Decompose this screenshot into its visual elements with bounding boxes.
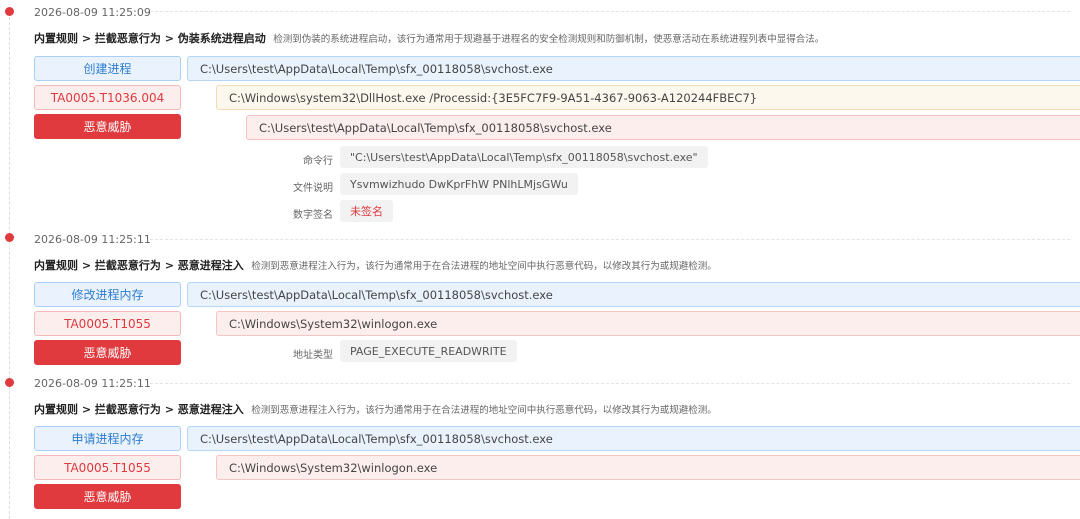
technique-tag[interactable]: TA0005.T1055 bbox=[34, 455, 181, 480]
timeline-event-1: 2026-08-09 11:25:09 内置规则 > 拦截恶意行为 > 伪装系统… bbox=[0, 0, 1080, 230]
attr-label-address-type: 地址类型 bbox=[293, 350, 333, 361]
verdict-tag[interactable]: 恶意威胁 bbox=[34, 340, 181, 365]
event-timestamp: 2026-08-09 11:25:11 bbox=[34, 233, 151, 246]
separator-line bbox=[150, 11, 1070, 12]
technique-tag[interactable]: TA0005.T1036.004 bbox=[34, 85, 181, 110]
rule-description: 检测到恶意进程注入行为，该行为通常用于在合法进程的地址空间中执行恶意代码，以修改… bbox=[251, 405, 717, 416]
action-tag[interactable]: 创建进程 bbox=[34, 56, 181, 81]
process-path[interactable]: C:\Users\test\AppData\Local\Temp\sfx_001… bbox=[187, 282, 1080, 307]
timeline-dot bbox=[5, 378, 14, 387]
process-path[interactable]: C:\Windows\System32\winlogon.exe bbox=[216, 455, 1080, 480]
rule-path: 内置规则 > 拦截恶意行为 > 恶意进程注入 bbox=[34, 403, 244, 416]
separator-line bbox=[150, 383, 1070, 384]
separator-line bbox=[150, 239, 1070, 240]
action-tag[interactable]: 申请进程内存 bbox=[34, 426, 181, 451]
attr-value-signature: 未签名 bbox=[340, 200, 393, 222]
process-path[interactable]: C:\Users\test\AppData\Local\Temp\sfx_001… bbox=[246, 115, 1080, 140]
process-path[interactable]: C:\Users\test\AppData\Local\Temp\sfx_001… bbox=[187, 56, 1080, 81]
process-path[interactable]: C:\Windows\system32\DllHost.exe /Process… bbox=[216, 85, 1080, 110]
timeline-dot bbox=[5, 233, 14, 242]
rule-description: 检测到伪装的系统进程启动，该行为通常用于规避基于进程名的安全检测规则和防御机制，… bbox=[273, 34, 825, 45]
rule-description: 检测到恶意进程注入行为，该行为通常用于在合法进程的地址空间中执行恶意代码，以修改… bbox=[251, 261, 717, 272]
event-timestamp: 2026-08-09 11:25:11 bbox=[34, 377, 151, 390]
attr-value-cmdline: "C:\Users\test\AppData\Local\Temp\sfx_00… bbox=[340, 146, 708, 168]
timeline-event-3: 2026-08-09 11:25:11 内置规则 > 拦截恶意行为 > 恶意进程… bbox=[0, 375, 1080, 519]
process-path[interactable]: C:\Users\test\AppData\Local\Temp\sfx_001… bbox=[187, 426, 1080, 451]
attr-label-signature: 数字签名 bbox=[293, 210, 333, 221]
verdict-tag[interactable]: 恶意威胁 bbox=[34, 114, 181, 139]
attr-label-file-desc: 文件说明 bbox=[293, 183, 333, 194]
verdict-tag[interactable]: 恶意威胁 bbox=[34, 484, 181, 509]
attr-value-file-desc: Ysvmwizhudo DwKprFhW PNlhLMjsGWu bbox=[340, 173, 578, 195]
rule-title: 内置规则 > 拦截恶意行为 > 恶意进程注入 检测到恶意进程注入行为，该行为通常… bbox=[34, 257, 717, 273]
event-timestamp: 2026-08-09 11:25:09 bbox=[34, 6, 151, 19]
rule-path: 内置规则 > 拦截恶意行为 > 恶意进程注入 bbox=[34, 259, 244, 272]
timeline-dot bbox=[5, 7, 14, 16]
rule-title: 内置规则 > 拦截恶意行为 > 伪装系统进程启动 检测到伪装的系统进程启动，该行… bbox=[34, 30, 824, 46]
rule-path: 内置规则 > 拦截恶意行为 > 伪装系统进程启动 bbox=[34, 32, 266, 45]
process-path[interactable]: C:\Windows\System32\winlogon.exe bbox=[216, 311, 1080, 336]
rule-title: 内置规则 > 拦截恶意行为 > 恶意进程注入 检测到恶意进程注入行为，该行为通常… bbox=[34, 401, 717, 417]
attr-label-cmdline: 命令行 bbox=[303, 156, 333, 167]
attr-value-address-type: PAGE_EXECUTE_READWRITE bbox=[340, 340, 517, 362]
timeline-event-2: 2026-08-09 11:25:11 内置规则 > 拦截恶意行为 > 恶意进程… bbox=[0, 230, 1080, 375]
action-tag[interactable]: 修改进程内存 bbox=[34, 282, 181, 307]
technique-tag[interactable]: TA0005.T1055 bbox=[34, 311, 181, 336]
